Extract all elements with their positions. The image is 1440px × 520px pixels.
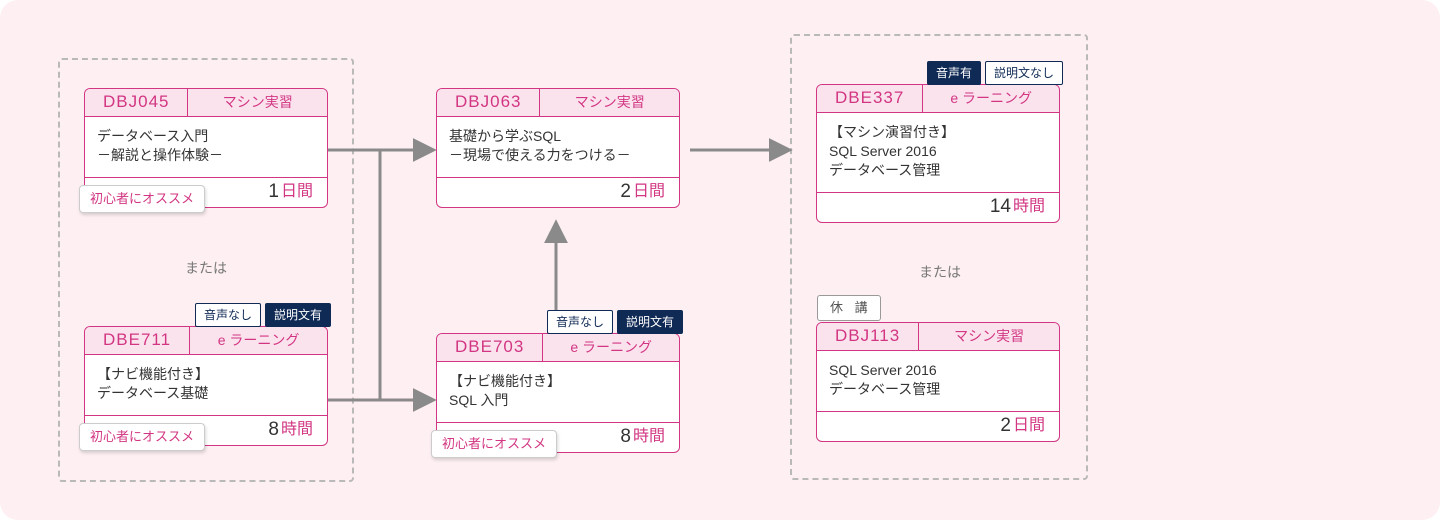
flag-audio: 音声なし bbox=[547, 310, 613, 334]
or-label: または bbox=[166, 258, 246, 278]
course-code: DBE337 bbox=[817, 85, 923, 112]
course-code: DBE703 bbox=[437, 334, 543, 361]
course-tag: e ラーニング bbox=[543, 334, 679, 361]
course-card-dbj045[interactable]: DBJ045 マシン実習 データベース入門－解説と操作体験－ 1 日間 初心者に… bbox=[84, 88, 328, 208]
course-tag: マシン実習 bbox=[919, 323, 1059, 350]
course-tag: マシン実習 bbox=[188, 89, 327, 116]
course-card-dbj113[interactable]: 休 講 DBJ113 マシン実習 SQL Server 2016データベース管理… bbox=[816, 322, 1060, 442]
duration-unit: 時間 bbox=[281, 419, 313, 441]
flags: 音声なし 説明文有 bbox=[195, 303, 331, 327]
flags: 音声なし 説明文有 bbox=[547, 310, 683, 334]
course-code: DBJ113 bbox=[817, 323, 919, 350]
course-title: 【ナビ機能付き】データベース基礎 bbox=[85, 355, 327, 415]
duration-number: 14 bbox=[990, 194, 1013, 220]
course-title: 【ナビ機能付き】SQL 入門 bbox=[437, 362, 679, 422]
course-tag: e ラーニング bbox=[190, 327, 327, 354]
course-code: DBJ063 bbox=[437, 89, 540, 116]
duration-unit: 日間 bbox=[633, 181, 665, 203]
duration-unit: 時間 bbox=[633, 426, 665, 448]
course-card-dbj063[interactable]: DBJ063 マシン実習 基礎から学ぶSQL－現場で使える力をつける－ 2 日間 bbox=[436, 88, 680, 208]
duration-number: 8 bbox=[620, 424, 633, 450]
course-title: 基礎から学ぶSQL－現場で使える力をつける－ bbox=[437, 117, 679, 177]
duration-number: 1 bbox=[268, 179, 281, 205]
beginner-badge: 初心者にオススメ bbox=[79, 423, 205, 451]
flag-audio: 音声有 bbox=[927, 61, 981, 85]
course-title: 【マシン演習付き】SQL Server 2016データベース管理 bbox=[817, 113, 1059, 192]
course-card-dbe711[interactable]: 音声なし 説明文有 DBE711 e ラーニング 【ナビ機能付き】データベース基… bbox=[84, 326, 328, 446]
duration-unit: 日間 bbox=[1013, 415, 1045, 437]
course-card-dbe337[interactable]: 音声有 説明文なし DBE337 e ラーニング 【マシン演習付き】SQL Se… bbox=[816, 84, 1060, 223]
course-code: DBJ045 bbox=[85, 89, 188, 116]
beginner-badge: 初心者にオススメ bbox=[431, 430, 557, 458]
course-tag: e ラーニング bbox=[923, 85, 1059, 112]
course-code: DBE711 bbox=[85, 327, 190, 354]
course-flow-diagram: DBJ045 マシン実習 データベース入門－解説と操作体験－ 1 日間 初心者に… bbox=[0, 0, 1440, 520]
duration-number: 2 bbox=[620, 179, 633, 205]
duration-number: 8 bbox=[268, 417, 281, 443]
flags: 音声有 説明文なし bbox=[927, 61, 1063, 85]
flag-text: 説明文有 bbox=[265, 303, 331, 327]
flag-text: 説明文有 bbox=[617, 310, 683, 334]
beginner-badge: 初心者にオススメ bbox=[79, 185, 205, 213]
duration-unit: 日間 bbox=[281, 181, 313, 203]
suspended-chip: 休 講 bbox=[817, 295, 881, 321]
course-card-dbe703[interactable]: 音声なし 説明文有 DBE703 e ラーニング 【ナビ機能付き】SQL 入門 … bbox=[436, 333, 680, 453]
duration-number: 2 bbox=[1000, 413, 1013, 439]
course-title: SQL Server 2016データベース管理 bbox=[817, 351, 1059, 411]
duration-unit: 時間 bbox=[1013, 196, 1045, 218]
course-tag: マシン実習 bbox=[540, 89, 679, 116]
or-label: または bbox=[900, 262, 980, 282]
flag-audio: 音声なし bbox=[195, 303, 261, 327]
course-title: データベース入門－解説と操作体験－ bbox=[85, 117, 327, 177]
flag-text: 説明文なし bbox=[985, 61, 1063, 85]
